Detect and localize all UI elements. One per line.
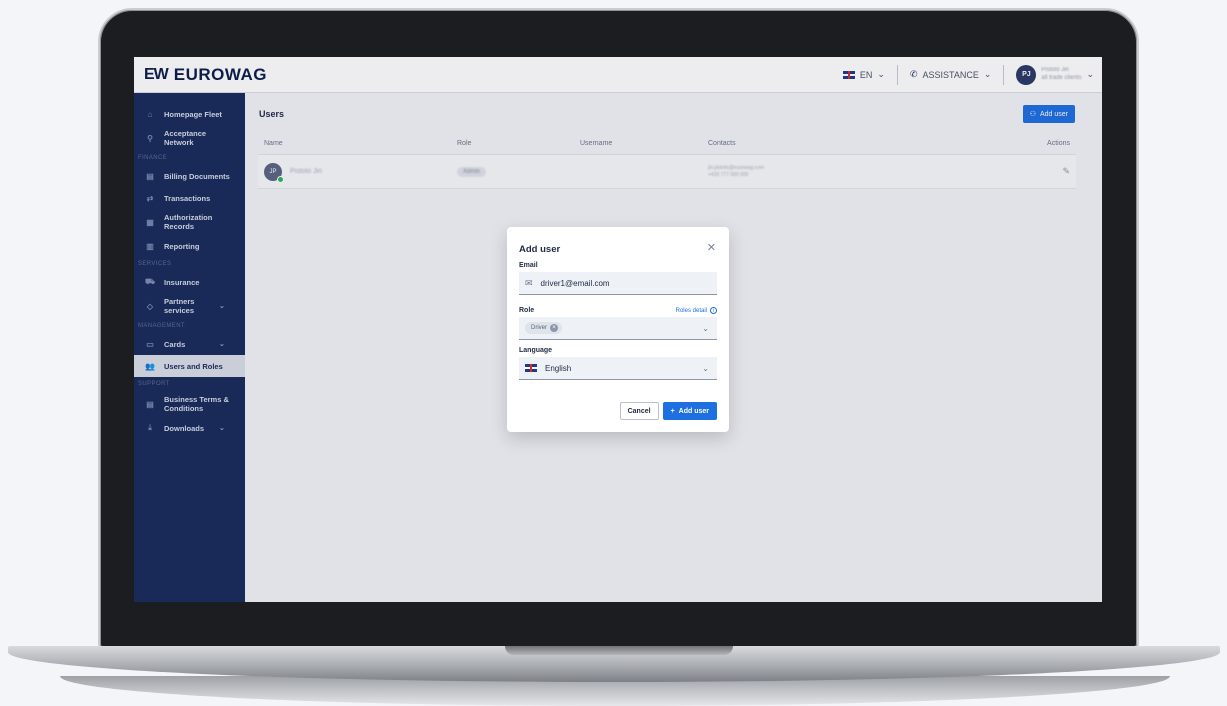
role-chip-label: Driver <box>531 325 547 331</box>
app-screen: EW EUROWAG EN ⌄ ✆ ASSISTANCE ⌄ PJ Pistol… <box>134 57 1102 602</box>
chevron-down-icon: ⌄ <box>702 363 709 373</box>
cancel-button[interactable]: Cancel <box>619 402 659 420</box>
laptop-notch <box>505 646 733 655</box>
roles-detail-link[interactable]: Roles detail i <box>676 307 717 314</box>
language-select[interactable]: English ⌄ <box>519 357 717 380</box>
mail-icon: ✉ <box>525 277 533 288</box>
roles-detail-label: Roles detail <box>675 307 707 314</box>
remove-chip-icon[interactable]: × <box>550 324 558 332</box>
confirm-add-user-label: Add user <box>678 407 709 415</box>
confirm-add-user-button[interactable]: + Add user <box>662 402 717 420</box>
email-field[interactable]: ✉ driver1@email.com <box>519 272 717 295</box>
info-icon: i <box>710 307 717 314</box>
role-label-row: Role Roles detail i <box>519 307 717 314</box>
language-label: Language <box>519 347 553 354</box>
role-label: Role <box>519 307 535 314</box>
device-mockup: EW EUROWAG EN ⌄ ✆ ASSISTANCE ⌄ PJ Pistol… <box>0 0 1227 706</box>
role-chip-driver: Driver × <box>525 322 562 334</box>
uk-flag-icon <box>525 364 537 372</box>
email-label: Email <box>519 262 538 269</box>
dialog-actions: Cancel + Add user <box>619 402 717 420</box>
email-value: driver1@email.com <box>540 278 610 288</box>
role-select[interactable]: Driver × ⌄ <box>519 317 717 340</box>
language-value: English <box>545 363 572 373</box>
close-icon[interactable]: ✕ <box>707 241 716 254</box>
plus-icon: + <box>670 407 675 415</box>
add-user-dialog: Add user ✕ Email ✉ driver1@email.com Rol… <box>507 227 729 432</box>
dialog-title: Add user <box>519 244 561 255</box>
chevron-down-icon: ⌄ <box>702 323 709 333</box>
